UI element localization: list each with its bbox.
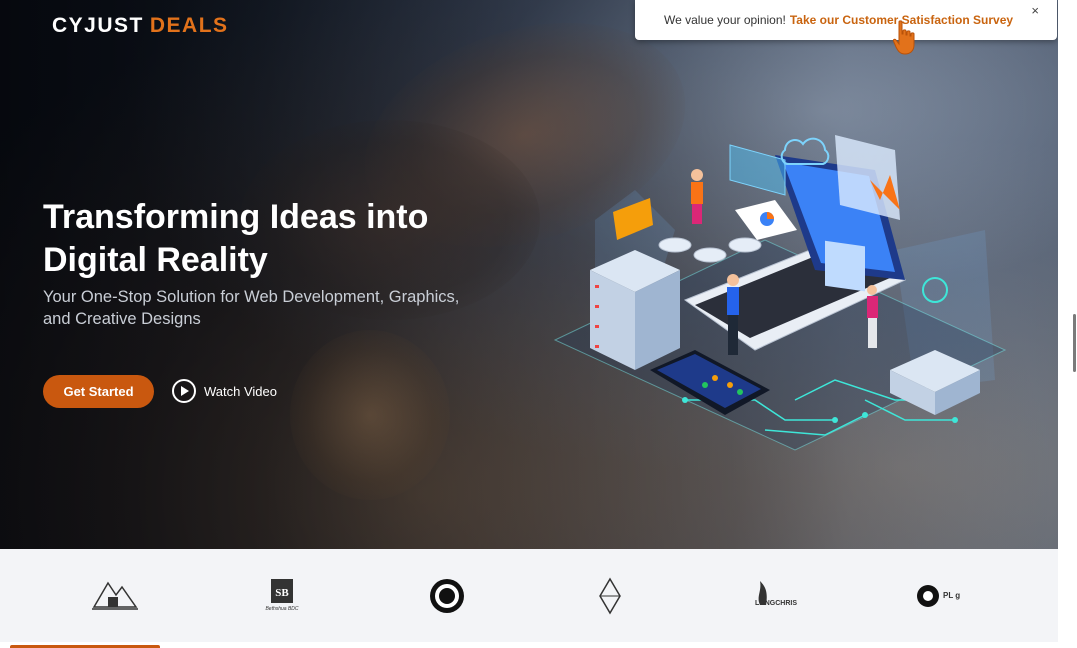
- client-logos-strip: SB Bethshua BDC LONGCHRIS PL g: [0, 549, 1058, 642]
- brand-logo[interactable]: CYJUST DEALS: [52, 14, 229, 38]
- hero-subtitle-line2: and Creative Designs: [43, 310, 201, 328]
- hero-illustration: [553, 135, 1007, 451]
- flame-logo-caption: LONGCHRIS: [755, 600, 797, 607]
- play-icon: [172, 379, 196, 403]
- watch-video-button[interactable]: Watch Video: [172, 379, 277, 403]
- sb-logo-caption: Bethshua BDC: [265, 606, 299, 612]
- watch-video-label: Watch Video: [204, 383, 277, 399]
- mountain-building-logo-icon: [92, 581, 138, 610]
- scrollbar-thumb[interactable]: [1073, 314, 1076, 372]
- brand-name: CYJUST: [52, 14, 144, 37]
- get-started-button[interactable]: Get Started: [43, 375, 154, 408]
- svg-text:SB: SB: [275, 587, 289, 599]
- hero-title: Transforming Ideas into Digital Reality: [43, 196, 513, 282]
- diamond-logo-icon: [599, 577, 621, 615]
- flame-logo-icon: [758, 581, 767, 605]
- hero-title-line1: Transforming Ideas into: [43, 198, 429, 236]
- hero-subtitle: Your One-Stop Solution for Web Developme…: [43, 286, 513, 330]
- hero-title-line2: Digital Reality: [43, 241, 268, 279]
- survey-banner: We value your opinion! Take our Customer…: [635, 0, 1057, 40]
- plug-logo-caption: PL g: [943, 591, 961, 600]
- survey-message: We value your opinion!: [664, 13, 786, 27]
- close-icon[interactable]: ×: [1031, 3, 1039, 18]
- hero-subtitle-line1: Your One-Stop Solution for Web Developme…: [43, 288, 460, 306]
- page: CYJUST DEALS We value your opinion! Take …: [0, 0, 1077, 648]
- brand-accent: DEALS: [149, 14, 229, 37]
- circle-emblem-logo-icon: [430, 579, 464, 613]
- hand-pointer-icon: [893, 20, 915, 55]
